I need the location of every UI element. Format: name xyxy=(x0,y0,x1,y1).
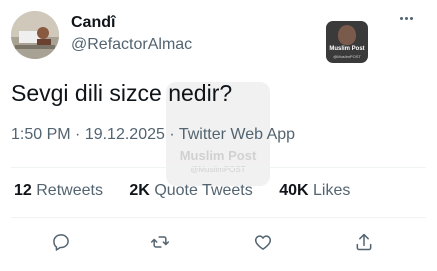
quote-tweets-count: 2K xyxy=(129,182,150,199)
more-horizontal-icon[interactable] xyxy=(396,8,416,28)
avatar[interactable] xyxy=(11,11,59,59)
tweet-stats: 12 Retweets 2K Quote Tweets 40K Likes xyxy=(14,181,372,201)
likes-stat[interactable]: 40K Likes xyxy=(279,181,350,201)
muslim-post-logo: Muslim Post @MuslimPOST xyxy=(326,21,368,63)
tweet-source[interactable]: Twitter Web App xyxy=(179,126,295,143)
retweets-count: 12 xyxy=(14,182,32,199)
author-info: Candî @RefactorAlmac xyxy=(71,13,192,55)
reply-button[interactable] xyxy=(49,230,73,254)
tweet-date[interactable]: 19.12.2025 xyxy=(85,126,165,143)
likes-label: Likes xyxy=(313,182,351,199)
quote-tweets-stat[interactable]: 2K Quote Tweets xyxy=(129,181,252,201)
likes-count: 40K xyxy=(279,182,309,199)
tweet-time[interactable]: 1:50 PM xyxy=(11,126,71,143)
tweet-meta: 1:50 PM · 19.12.2025 · Twitter Web App xyxy=(11,125,295,145)
tweet-card: Candî @RefactorAlmac Muslim Post @Muslim… xyxy=(0,0,437,271)
retweet-icon xyxy=(150,236,170,248)
author-display-name[interactable]: Candî xyxy=(71,13,192,33)
meta-separator: · xyxy=(70,126,85,143)
divider xyxy=(11,217,426,218)
logo-portrait-icon xyxy=(338,25,356,45)
logo-title: Muslim Post xyxy=(329,46,365,52)
more-dot xyxy=(404,16,408,20)
tweet-text: Sevgi dili sizce nedir? xyxy=(11,80,233,106)
meta-separator: · xyxy=(164,126,179,143)
reply-icon xyxy=(53,234,69,251)
watermark-title: Muslim Post xyxy=(179,148,257,163)
logo-subtitle: @MuslimPOST xyxy=(333,54,361,59)
more-dot xyxy=(399,16,403,20)
divider xyxy=(11,167,426,168)
retweets-stat[interactable]: 12 Retweets xyxy=(14,181,103,201)
like-button[interactable] xyxy=(251,230,275,254)
retweets-label: Retweets xyxy=(36,182,103,199)
author-handle[interactable]: @RefactorAlmac xyxy=(71,35,192,55)
avatar-image-icon xyxy=(11,11,59,59)
retweet-button[interactable] xyxy=(148,230,172,254)
quote-tweets-label: Quote Tweets xyxy=(154,182,253,199)
share-icon xyxy=(356,233,372,251)
like-icon xyxy=(254,235,272,250)
more-dot xyxy=(409,16,413,20)
share-button[interactable] xyxy=(352,230,376,254)
